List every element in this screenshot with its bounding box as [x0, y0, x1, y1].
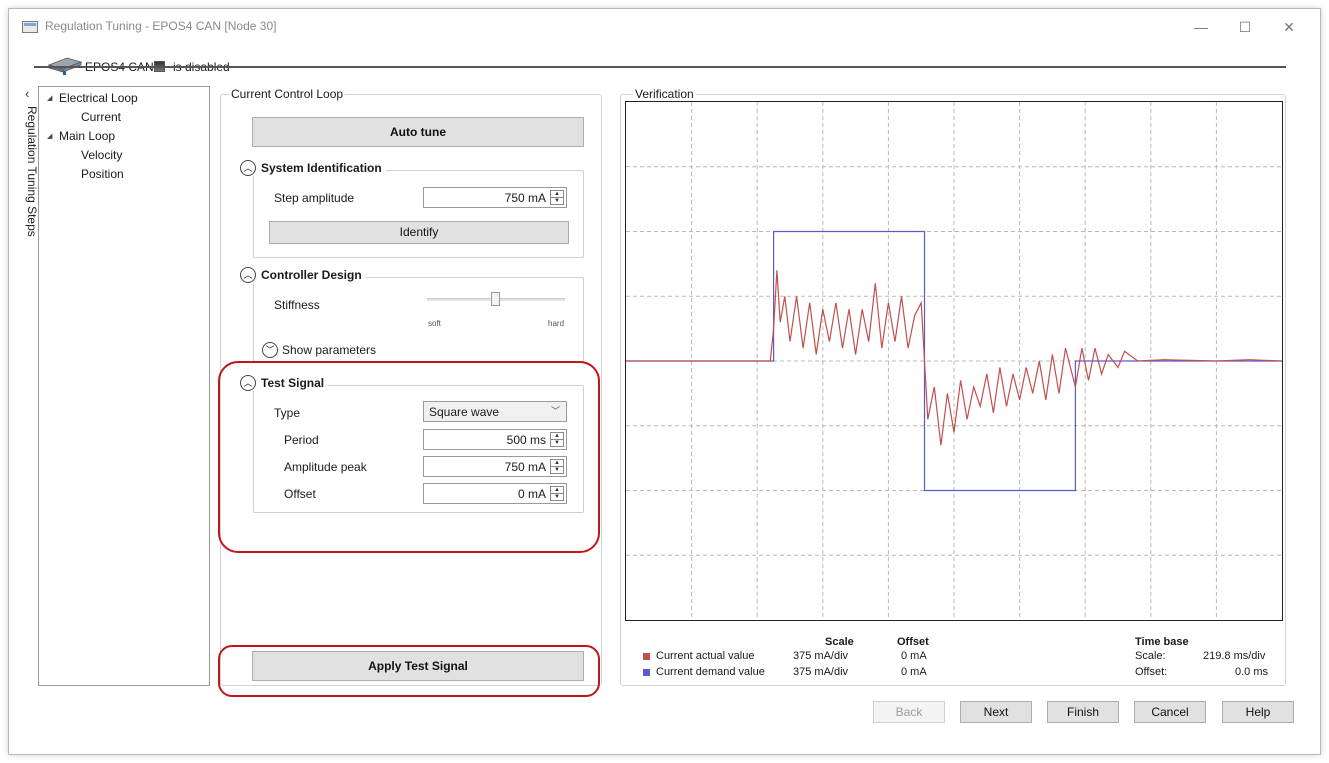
spin-down-icon[interactable]: ▼ — [551, 198, 563, 205]
timebase-scale-value: 219.8 ms/div — [1203, 650, 1266, 662]
cancel-button[interactable]: Cancel — [1134, 701, 1206, 723]
tree-item-position[interactable]: Position — [81, 167, 124, 181]
timebase-scale-label: Scale: — [1135, 650, 1166, 662]
stiffness-label: Stiffness — [274, 298, 320, 312]
next-button[interactable]: Next — [960, 701, 1032, 723]
scale-header: Scale — [825, 636, 854, 648]
system-identification-group: ︿ System Identification — [240, 160, 584, 258]
stiffness-slider-thumb[interactable] — [491, 292, 500, 306]
actual-value-swatch — [643, 653, 650, 660]
finish-button[interactable]: Finish — [1047, 701, 1119, 723]
step-amplitude-value: 750 mA — [504, 191, 546, 205]
demand-value-offset: 0 mA — [901, 666, 927, 678]
show-parameters-toggle[interactable]: ﹀ Show parameters — [262, 342, 376, 358]
stiffness-hard-label: hard — [548, 319, 565, 328]
verification-legend: Verification — [633, 87, 696, 101]
tree-item-velocity[interactable]: Velocity — [81, 148, 122, 162]
tree-item-current[interactable]: Current — [81, 110, 121, 124]
expand-arrow-icon[interactable]: ◢ — [47, 132, 52, 140]
demand-value-name: Current demand value — [656, 666, 765, 678]
offset-header: Offset — [897, 636, 929, 648]
verification-legend-table: Scale Offset Time base Current actual va… — [633, 630, 1283, 680]
show-parameters-label: Show parameters — [282, 343, 377, 357]
collapse-icon[interactable]: ︿ — [240, 267, 256, 283]
window-title: Regulation Tuning - EPOS4 CAN [Node 30] — [45, 19, 277, 33]
tree-item-electrical-loop[interactable]: Electrical Loop — [59, 91, 138, 105]
actual-value-offset: 0 mA — [901, 650, 927, 662]
actual-value-scale: 375 mA/div — [793, 650, 849, 662]
verification-plot — [625, 101, 1283, 621]
header-divider — [34, 66, 1286, 68]
apply-test-signal-highlight — [218, 645, 600, 697]
expand-icon[interactable]: ﹀ — [262, 342, 278, 358]
title-bar: Regulation Tuning - EPOS4 CAN [Node 30] … — [9, 9, 1320, 43]
identify-button[interactable]: Identify — [269, 221, 569, 244]
verification-chart — [626, 102, 1282, 620]
tuning-steps-tree: ◢ Electrical Loop Current ◢ Main Loop Ve… — [38, 86, 210, 686]
collapse-icon[interactable]: ︿ — [240, 160, 256, 176]
timebase-header: Time base — [1135, 636, 1189, 648]
step-amplitude-input[interactable]: 750 mA ▲ ▼ — [423, 187, 567, 208]
spin-up-icon[interactable]: ▲ — [551, 191, 563, 198]
stiffness-soft-label: soft — [428, 319, 441, 328]
timebase-offset-label: Offset: — [1135, 666, 1168, 678]
back-button[interactable]: Back — [873, 701, 945, 723]
expand-arrow-icon[interactable]: ◢ — [47, 94, 52, 102]
system-identification-header: ︿ System Identification — [240, 160, 386, 176]
window-app-icon — [22, 21, 38, 33]
help-button[interactable]: Help — [1222, 701, 1294, 723]
device-icon — [47, 57, 83, 75]
tuning-steps-label: Regulation Tuning Steps — [25, 106, 39, 237]
test-signal-highlight — [218, 361, 600, 553]
spin-buttons[interactable]: ▲ ▼ — [550, 190, 564, 205]
demand-value-scale: 375 mA/div — [793, 666, 849, 678]
current-control-loop-legend: Current Control Loop — [229, 87, 346, 101]
step-amplitude-label: Step amplitude — [274, 191, 355, 205]
tree-item-main-loop[interactable]: Main Loop — [59, 129, 115, 143]
chevron-left-icon[interactable]: ‹ — [25, 86, 29, 101]
controller-design-header: ︿ Controller Design — [240, 267, 366, 283]
controller-design-title: Controller Design — [261, 268, 362, 282]
auto-tune-button[interactable]: Auto tune — [252, 117, 584, 147]
maximize-button[interactable]: ☐ — [1223, 15, 1267, 39]
demand-value-swatch — [643, 669, 650, 676]
actual-value-name: Current actual value — [656, 650, 755, 662]
timebase-offset-value: 0.0 ms — [1235, 666, 1269, 678]
close-button[interactable]: ✕ — [1267, 15, 1311, 39]
minimize-button[interactable]: — — [1179, 15, 1223, 39]
system-identification-title: System Identification — [261, 161, 382, 175]
